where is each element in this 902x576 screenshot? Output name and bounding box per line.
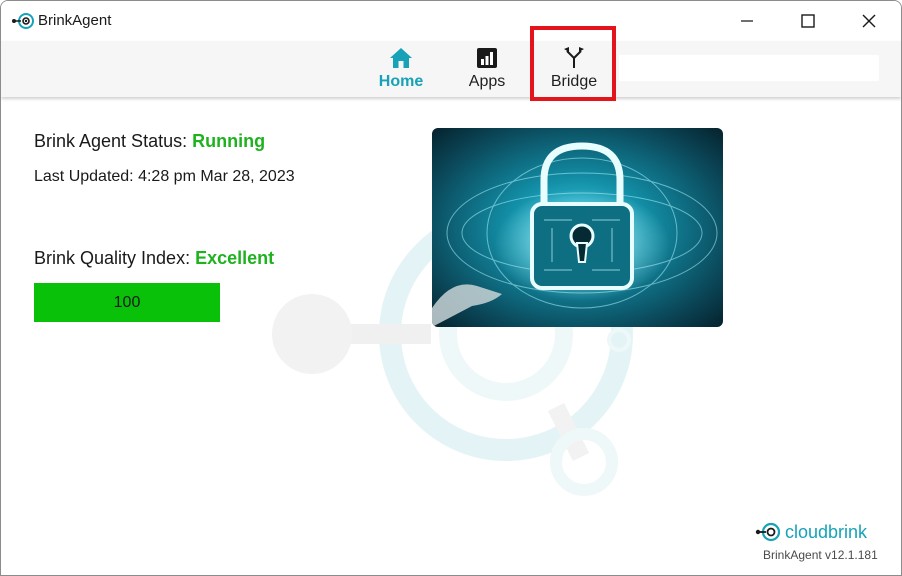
title-bar: BrinkAgent	[1, 1, 901, 41]
close-button[interactable]	[839, 1, 899, 41]
nav-item-apps[interactable]: Apps	[462, 43, 512, 93]
nav-strip	[619, 55, 879, 81]
nav-item-home[interactable]: Home	[375, 43, 427, 93]
nav-label-home: Home	[378, 73, 424, 90]
nav-label-apps: Apps	[468, 73, 506, 90]
quality-score-value: 100	[113, 294, 141, 311]
maximize-icon	[801, 14, 815, 28]
home-icon	[390, 48, 412, 68]
quality-score-bar: 100	[34, 283, 220, 322]
version-text: BrinkAgent v12.1.181	[763, 548, 878, 562]
window-title: BrinkAgent	[38, 12, 112, 29]
last-updated-label: Last Updated:	[34, 168, 134, 185]
cloudbrink-logo-icon	[755, 522, 781, 542]
quality-index-value: Excellent	[195, 248, 275, 268]
chart-icon	[477, 48, 497, 68]
maximize-button[interactable]	[778, 1, 838, 41]
agent-status-line: Brink Agent Status: Running	[34, 131, 265, 152]
nav-bar: Home Apps Bridge	[1, 41, 901, 97]
agent-status-label: Brink Agent Status:	[34, 131, 188, 151]
brinkagent-logo-icon	[12, 13, 34, 29]
bridge-highlight-box	[530, 26, 616, 101]
app-window: BrinkAgent Home Apps Bridge Brink Agent …	[0, 0, 902, 576]
minimize-icon	[741, 20, 753, 22]
quality-index-label: Brink Quality Index:	[34, 248, 191, 268]
main-content: Brink Agent Status: Running Last Updated…	[1, 97, 901, 575]
minimize-button[interactable]	[717, 1, 777, 41]
agent-status-value: Running	[192, 131, 266, 151]
last-updated-line: Last Updated: 4:28 pm Mar 28, 2023	[34, 168, 295, 186]
last-updated-value: 4:28 pm Mar 28, 2023	[138, 168, 295, 185]
brand-name: cloudbrink	[785, 521, 868, 542]
cloudbrink-brand: cloudbrink	[755, 521, 867, 543]
security-lock-image	[432, 128, 723, 327]
quality-index-line: Brink Quality Index: Excellent	[34, 248, 274, 269]
close-icon	[862, 14, 876, 28]
